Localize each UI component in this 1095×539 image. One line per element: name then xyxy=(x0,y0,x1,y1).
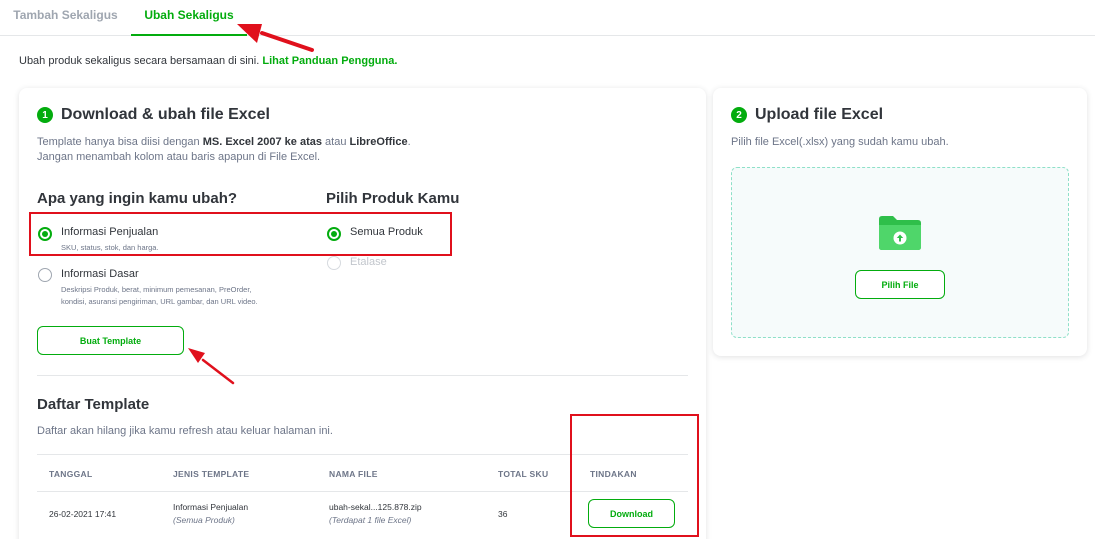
table-row-line xyxy=(37,491,688,492)
row-type: Informasi Penjualan (Semua Produk) xyxy=(173,501,248,527)
row-file-sub: (Terdapat 1 file Excel) xyxy=(329,515,412,525)
step2-title: 2 Upload file Excel xyxy=(731,106,883,124)
table-header-line xyxy=(37,454,688,455)
step1-title-text: Download & ubah file Excel xyxy=(61,106,270,123)
step2-description: Pilih file Excel(.xlsx) yang sudah kamu … xyxy=(731,136,949,148)
option-sub-line: Deskripsi Produk, berat, minimum pemesan… xyxy=(61,285,252,294)
radio-etalase[interactable] xyxy=(327,256,341,270)
step2-number: 2 xyxy=(731,107,747,123)
tab-tambah-sekaligus[interactable]: Tambah Sekaligus xyxy=(0,0,131,36)
col-jenis-template: JENIS TEMPLATE xyxy=(173,469,250,479)
col-total-sku: TOTAL SKU xyxy=(498,469,549,479)
choose-product-heading: Pilih Produk Kamu xyxy=(326,190,460,207)
intro-text: Ubah produk sekaligus secara bersamaan d… xyxy=(19,55,397,67)
upload-dropzone[interactable] xyxy=(731,167,1069,338)
download-button[interactable]: Download xyxy=(588,499,675,528)
row-type-main: Informasi Penjualan xyxy=(173,502,249,512)
row-date: 26-02-2021 17:41 xyxy=(49,509,117,519)
template-list-title: Daftar Template xyxy=(37,396,150,413)
desc-part: Template hanya bisa diisi dengan xyxy=(37,136,203,148)
col-tindakan: TINDAKAN xyxy=(590,469,637,479)
section-divider xyxy=(37,375,688,376)
step1-number: 1 xyxy=(37,107,53,123)
desc-part: . xyxy=(407,136,411,148)
tab-ubah-sekaligus[interactable]: Ubah Sekaligus xyxy=(131,0,247,36)
desc-excel: MS. Excel 2007 ke atas xyxy=(202,136,322,148)
option-informasi-penjualan-sub: SKU, status, stok, dan harga. xyxy=(61,243,159,252)
desc-libreoffice: LibreOffice xyxy=(349,136,408,148)
desc-warning: Jangan menambah kolom atau baris apapun … xyxy=(37,151,321,163)
row-file: ubah-sekal...125.878.zip (Terdapat 1 fil… xyxy=(329,501,422,527)
make-template-button[interactable]: Buat Template xyxy=(37,326,184,355)
user-guide-link[interactable]: Lihat Panduan Pengguna. xyxy=(262,55,397,67)
template-list-description: Daftar akan hilang jika kamu refresh ata… xyxy=(37,425,333,437)
option-informasi-penjualan-label: Informasi Penjualan xyxy=(61,226,159,238)
radio-semua-produk[interactable] xyxy=(327,227,341,241)
row-total-sku: 36 xyxy=(498,509,508,519)
step1-title: 1 Download & ubah file Excel xyxy=(37,106,270,124)
option-informasi-dasar-label: Informasi Dasar xyxy=(61,268,139,280)
row-file-name: ubah-sekal...125.878.zip xyxy=(329,502,422,512)
row-type-sub: (Semua Produk) xyxy=(173,515,235,525)
folder-upload-icon xyxy=(879,216,921,250)
radio-informasi-dasar[interactable] xyxy=(38,268,52,282)
radio-informasi-penjualan[interactable] xyxy=(38,227,52,241)
tab-bar: Tambah Sekaligus Ubah Sekaligus xyxy=(0,0,1095,36)
desc-part: atau xyxy=(321,136,350,148)
option-informasi-dasar-sub: Deskripsi Produk, berat, minimum pemesan… xyxy=(61,284,258,308)
what-to-change-heading: Apa yang ingin kamu ubah? xyxy=(37,190,238,207)
intro-description: Ubah produk sekaligus secara bersamaan d… xyxy=(19,55,263,67)
step1-description: Template hanya bisa diisi dengan MS. Exc… xyxy=(37,135,411,165)
option-semua-produk-label: Semua Produk xyxy=(350,226,423,238)
col-tanggal: TANGGAL xyxy=(49,469,93,479)
option-sub-line: kondisi, asuransi pengiriman, URL gambar… xyxy=(61,297,258,306)
choose-file-button[interactable]: Pilih File xyxy=(855,270,945,299)
step2-title-text: Upload file Excel xyxy=(755,106,884,123)
option-etalase-label: Etalase xyxy=(350,256,387,268)
col-nama-file: NAMA FILE xyxy=(329,469,378,479)
